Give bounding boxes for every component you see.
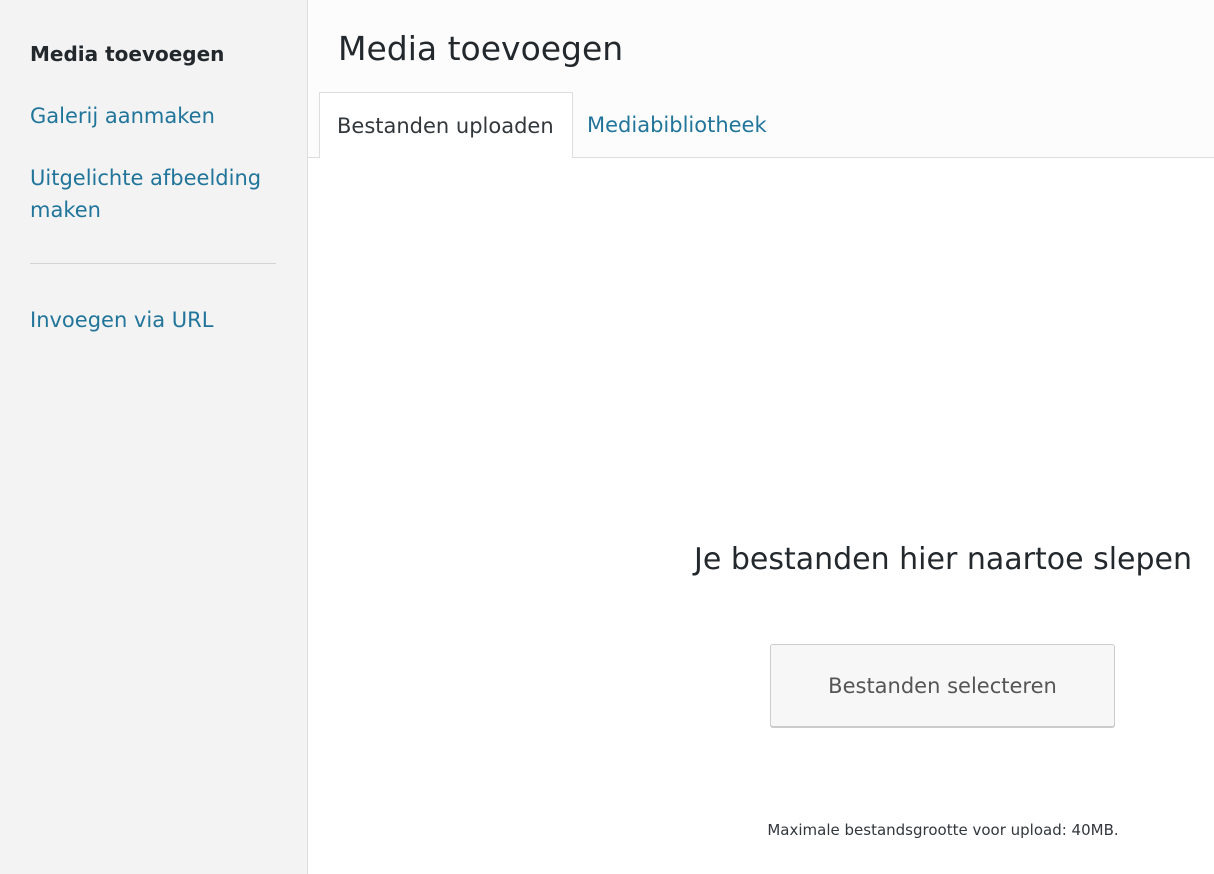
media-frame-content: Media toevoegen Bestanden uploaden Media… [308, 0, 1214, 874]
menu-item-set-featured-image[interactable]: Uitgelichte afbeelding maken [30, 162, 280, 226]
tab-media-library[interactable]: Mediabibliotheek [587, 92, 767, 158]
menu-item-insert-from-url[interactable]: Invoegen via URL [30, 304, 280, 336]
upload-drop-zone[interactable]: Je bestanden hier naartoe slepen Bestand… [308, 158, 1214, 874]
menu-item-create-gallery[interactable]: Galerij aanmaken [30, 100, 280, 132]
tab-upload-files[interactable]: Bestanden uploaden [319, 92, 573, 159]
page-title: Media toevoegen [338, 29, 624, 68]
select-files-button[interactable]: Bestanden selecteren [770, 644, 1115, 727]
router-tabs: Bestanden uploaden Mediabibliotheek [308, 92, 1214, 159]
menu-item-add-media[interactable]: Media toevoegen [30, 38, 280, 70]
title-bar: Media toevoegen [308, 0, 1214, 92]
drop-instructions: Je bestanden hier naartoe slepen [693, 542, 1193, 577]
media-modal: Media toevoegen Galerij aanmaken Uitgeli… [0, 0, 1214, 874]
max-upload-size: Maximale bestandsgrootte voor upload: 40… [767, 821, 1119, 839]
media-menu: Media toevoegen Galerij aanmaken Uitgeli… [0, 0, 308, 874]
menu-separator [30, 263, 276, 264]
